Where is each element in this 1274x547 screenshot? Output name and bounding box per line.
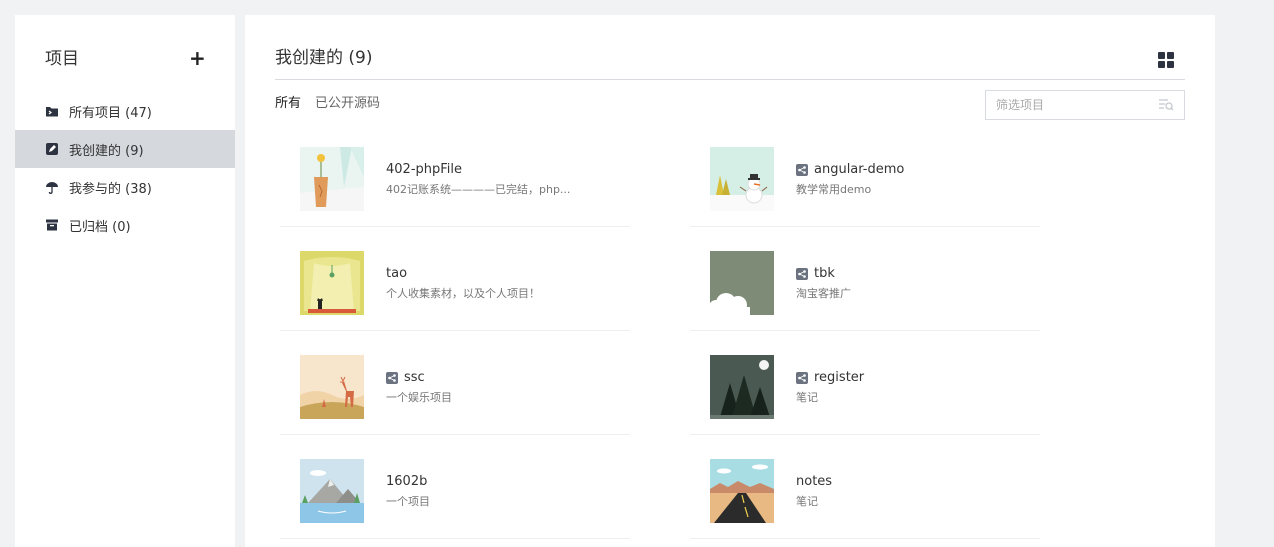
project-thumbnail [300,251,364,315]
project-description: 教学常用demo [796,183,872,196]
project-description: 一个娱乐项目 [386,391,452,404]
project-thumbnail [710,459,774,523]
tab-all[interactable]: 所有 [275,95,301,113]
project-card-register[interactable]: register 笔记 [690,331,1040,435]
share-icon [796,164,808,176]
project-description: 笔记 [796,495,818,508]
filter-box [985,90,1185,120]
project-description: 淘宝客推广 [796,287,851,300]
project-thumbnail [710,251,774,315]
share-icon [796,372,808,384]
project-thumbnail [300,147,364,211]
umbrella-icon [45,180,59,194]
project-description: 402记账系统————已完结，php... [386,183,571,196]
project-card-402-phpfile[interactable]: 402-phpFile 402记账系统————已完结，php... [280,123,630,227]
project-name: 1602b [386,474,428,489]
sidebar-header: 项目 + [45,47,206,71]
main-panel: 我创建的 (9) 所有 已公开源码 402- [245,15,1215,547]
project-card-ssc[interactable]: ssc 一个娱乐项目 [280,331,630,435]
filter-tabs: 所有 已公开源码 [275,95,380,113]
page-title: 我创建的 (9) [275,48,373,68]
sidebar: 项目 + 所有项目 (47) 我创建的 (9) 我参与的 (38) 已归档 (0… [15,15,235,547]
project-card-notes[interactable]: notes 笔记 [690,435,1040,539]
project-thumbnail [710,355,774,419]
project-name: tbk [796,265,835,283]
add-project-button[interactable]: + [189,47,206,71]
project-thumbnail [710,147,774,211]
sidebar-item-label: 我创建的 (9) [69,143,144,159]
project-description: 一个项目 [386,495,430,508]
project-card-tao[interactable]: tao 个人收集素材，以及个人项目！ [280,227,630,331]
main-header: 我创建的 (9) [275,45,1185,80]
folder-icon [45,104,59,118]
tab-open-source[interactable]: 已公开源码 [315,95,380,113]
project-description: 个人收集素材，以及个人项目！ [386,287,540,300]
sidebar-title: 项目 [45,49,79,69]
project-thumbnail [300,459,364,523]
project-name: notes [796,474,833,489]
project-name: register [796,369,864,387]
project-name: 402-phpFile [386,162,463,177]
sidebar-item-label: 我参与的 (38) [69,181,152,197]
sidebar-nav: 所有项目 (47) 我创建的 (9) 我参与的 (38) 已归档 (0) [15,92,235,244]
share-icon [386,372,398,384]
filter-input[interactable] [986,91,1146,119]
filter-search-icon[interactable] [1158,97,1174,113]
sidebar-item-created-by-me[interactable]: 我创建的 (9) [15,130,235,168]
project-thumbnail [300,355,364,419]
project-name: tao [386,266,408,281]
sidebar-item-archived[interactable]: 已归档 (0) [15,206,235,244]
project-description: 笔记 [796,391,818,404]
project-card-tbk[interactable]: tbk 淘宝客推广 [690,227,1040,331]
grid-view-icon[interactable] [1157,51,1175,69]
share-icon [796,268,808,280]
project-name: ssc [386,369,425,387]
archive-icon [45,218,59,232]
project-name: angular-demo [796,161,904,179]
sidebar-item-participating[interactable]: 我参与的 (38) [15,168,235,206]
edit-icon [45,142,59,156]
sidebar-item-label: 所有项目 (47) [69,105,152,121]
sidebar-item-label: 已归档 (0) [69,219,131,235]
project-card-angular-demo[interactable]: angular-demo 教学常用demo [690,123,1040,227]
sidebar-item-all-projects[interactable]: 所有项目 (47) [15,92,235,130]
project-card-1602b[interactable]: 1602b 一个项目 [280,435,630,539]
